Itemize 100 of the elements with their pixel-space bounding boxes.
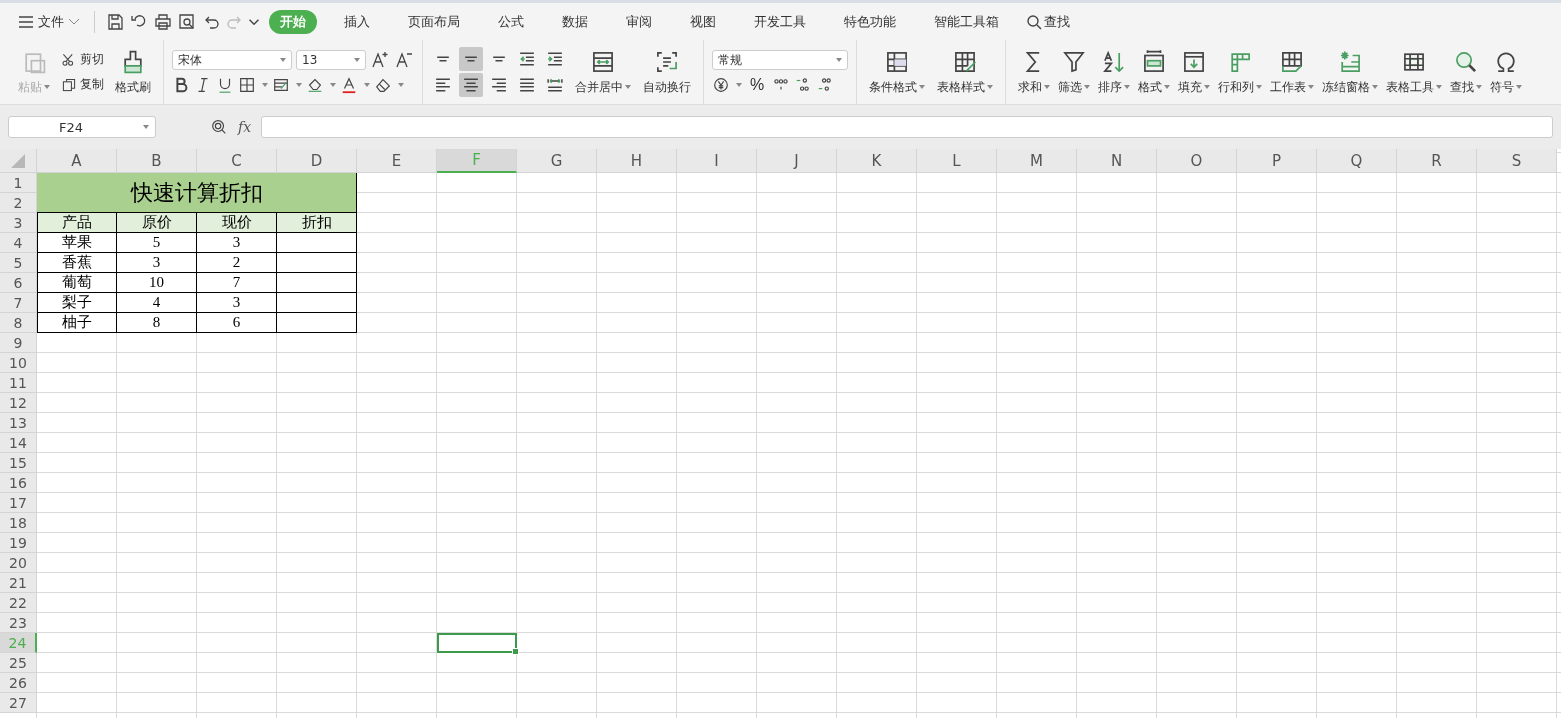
row-header[interactable]: 1 (0, 173, 37, 193)
ribbon-button[interactable]: 排序 (1094, 46, 1134, 98)
ribbon-button[interactable]: 填充 (1174, 46, 1214, 98)
cut-button[interactable]: 剪切 (58, 50, 107, 69)
row-header[interactable]: 22 (0, 593, 37, 613)
ribbon-tab[interactable]: 审阅 (615, 9, 663, 34)
row-header[interactable]: 10 (0, 353, 37, 373)
selected-cell[interactable] (437, 633, 517, 653)
column-header[interactable]: Q (1317, 149, 1397, 173)
table-cell: 7 (197, 273, 277, 293)
name-box[interactable]: F24 (8, 116, 156, 138)
column-header[interactable]: H (597, 149, 677, 173)
row-header[interactable]: 11 (0, 373, 37, 393)
column-header[interactable]: J (757, 149, 837, 173)
file-menu[interactable]: 文件 (14, 10, 84, 33)
row-header[interactable]: 21 (0, 573, 37, 593)
column-header[interactable]: L (917, 149, 997, 173)
font-family-dropdown[interactable]: 宋体 (172, 50, 292, 70)
table-header: 现价 (197, 213, 277, 233)
ribbon-button[interactable]: 表格工具 (1382, 46, 1446, 98)
row-header[interactable]: 9 (0, 333, 37, 353)
ribbon-button[interactable]: 查找 (1446, 46, 1486, 98)
menu-icon (18, 14, 34, 29)
row-header[interactable]: 7 (0, 293, 37, 313)
merge-center-button[interactable]: 合并居中 (571, 46, 635, 98)
column-header[interactable]: B (117, 149, 197, 173)
row-header[interactable]: 13 (0, 413, 37, 433)
row-header[interactable]: 23 (0, 613, 37, 633)
ribbon-tab[interactable]: 智能工具箱 (923, 9, 1010, 34)
column-header[interactable]: S (1477, 149, 1557, 173)
column-header[interactable]: R (1397, 149, 1477, 173)
align-icon (464, 56, 478, 62)
ribbon-button[interactable]: 格式 (1134, 46, 1174, 98)
row-header[interactable]: 8 (0, 313, 37, 333)
table-cell: 梨子 (37, 293, 117, 313)
column-header[interactable]: I (677, 149, 757, 173)
column-header[interactable]: C (197, 149, 277, 173)
align-button[interactable] (459, 47, 483, 71)
row-header[interactable]: 26 (0, 673, 37, 693)
row-header[interactable]: 12 (0, 393, 37, 413)
column-header[interactable]: A (37, 149, 117, 173)
row-header[interactable]: 15 (0, 453, 37, 473)
column-header[interactable]: E (357, 149, 437, 173)
align-icon (492, 56, 506, 62)
ribbon-tab[interactable]: 视图 (679, 9, 727, 34)
ribbon-tab[interactable]: 特色功能 (833, 9, 907, 34)
copy-button[interactable]: 复制 (58, 75, 107, 94)
caret-icon (836, 58, 842, 62)
row-header[interactable]: 25 (0, 653, 37, 673)
column-header[interactable]: M (997, 149, 1077, 173)
table-cell: 2 (197, 253, 277, 273)
ribbon-button[interactable]: 符号 (1486, 46, 1526, 98)
table-cell: 柚子 (37, 313, 117, 333)
font-size-dropdown[interactable]: 13 (296, 50, 366, 70)
row-header[interactable]: 20 (0, 553, 37, 573)
ribbon-button[interactable]: 冻结窗格 (1318, 46, 1382, 98)
fill-handle[interactable] (512, 648, 519, 655)
ribbon-tab[interactable]: 数据 (551, 9, 599, 34)
row-header[interactable]: 18 (0, 513, 37, 533)
ribbon-button[interactable]: 表格样式 (933, 46, 997, 98)
row-header[interactable]: 3 (0, 213, 37, 233)
table-cell: 3 (197, 233, 277, 253)
ribbon-button[interactable]: 求和 (1014, 46, 1054, 98)
column-header[interactable]: N (1077, 149, 1157, 173)
row-header[interactable]: 4 (0, 233, 37, 253)
ribbon-tab[interactable]: 开发工具 (743, 9, 817, 34)
ribbon-button[interactable]: 筛选 (1054, 46, 1094, 98)
number-format-dropdown[interactable]: 常规 (712, 50, 848, 70)
ribbon-tab[interactable]: 公式 (487, 9, 535, 34)
row-header[interactable]: 19 (0, 533, 37, 553)
ribbon-button[interactable]: 工作表 (1266, 46, 1318, 98)
search-button[interactable]: 查找 (1020, 11, 1076, 32)
save-icon (105, 11, 125, 32)
row-header[interactable]: 27 (0, 693, 37, 713)
row-header[interactable]: 2 (0, 193, 37, 213)
font-color-icon (340, 76, 358, 94)
row-header[interactable]: 6 (0, 273, 37, 293)
row-header[interactable]: 16 (0, 473, 37, 493)
format-painter-button[interactable]: 格式刷 (111, 46, 155, 98)
column-header[interactable]: O (1157, 149, 1237, 173)
column-header[interactable]: G (517, 149, 597, 173)
ribbon-button[interactable]: 条件格式 (865, 46, 929, 98)
wrap-text-button[interactable]: 自动换行 (639, 46, 695, 98)
ribbon-button[interactable]: 行和列 (1214, 46, 1266, 98)
percent-button[interactable]: % (746, 76, 769, 94)
align-button[interactable] (459, 73, 483, 97)
print-icon (153, 11, 173, 32)
align-icon (435, 78, 451, 92)
row-header[interactable]: 17 (0, 493, 37, 513)
row-header[interactable]: 14 (0, 433, 37, 453)
ribbon-tab[interactable]: 插入 (333, 9, 381, 34)
formula-input[interactable] (261, 116, 1553, 138)
row-header[interactable]: 5 (0, 253, 37, 273)
caret-icon (262, 83, 268, 87)
column-header[interactable]: D (277, 149, 357, 173)
column-header[interactable]: K (837, 149, 917, 173)
table-cell: 香蕉 (37, 253, 117, 273)
function-label[interactable]: fx (238, 119, 252, 135)
ribbon-tab[interactable]: 页面布局 (397, 9, 471, 34)
column-header[interactable]: P (1237, 149, 1317, 173)
